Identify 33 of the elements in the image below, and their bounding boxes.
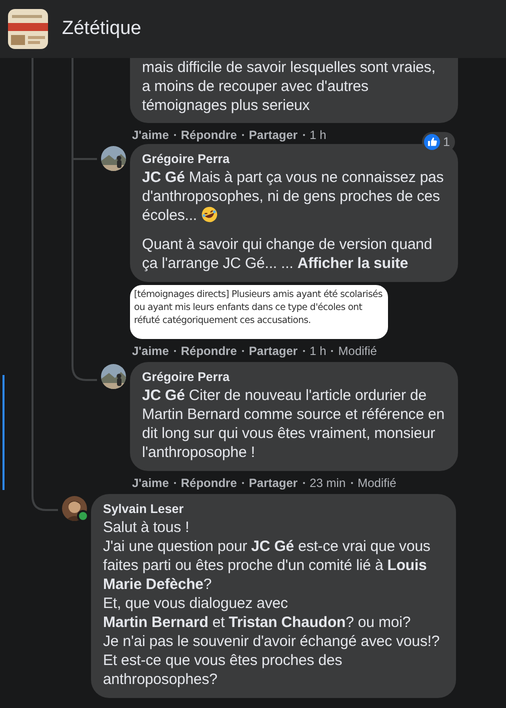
see-more-link[interactable]: Afficher la suite — [297, 255, 408, 272]
like-link[interactable]: J'aime — [132, 476, 169, 490]
comment-author[interactable]: Grégoire Perra — [142, 370, 446, 384]
reply-link[interactable]: Répondre — [180, 344, 237, 358]
comment-text: Quant à savoir qui change de version quand ça l'arrange JC Gé... ... Afficher la suite — [142, 235, 434, 273]
comment-text: Et, que vous dialoguez avec — [103, 594, 289, 613]
comment-author[interactable]: Sylvain Leser — [103, 502, 444, 516]
comment-text: Martin Bernard et Tristan Chaudon? ou moi? — [103, 613, 412, 632]
reaction-count[interactable]: 1 — [422, 132, 455, 152]
comment-text: JC Gé Mais à part ça vous ne connaissez pas d'anthroposophes, ni de gens proches de ces écoles... — [142, 168, 445, 225]
reply-link[interactable]: Répondre — [180, 476, 237, 490]
reply-link[interactable]: Répondre — [180, 128, 237, 142]
group-title: Zététique — [62, 18, 142, 40]
comment-text: mais difficile de savoir lesquelles sont vraies, a moins de recouper avec d'autres témoignages plus serieux — [142, 58, 436, 115]
comment-text: Salut à tous ! — [103, 518, 190, 537]
share-link[interactable]: Partager — [248, 476, 298, 490]
comment-time: 1 h — [310, 344, 326, 358]
edited-label: Modifié — [358, 476, 396, 490]
comment-time: 23 min — [310, 476, 346, 490]
comment-time: 1 h — [310, 128, 326, 142]
comment-text: Je n'ai pas le souvenir d'avoir échangé avec vous!? — [103, 632, 441, 651]
attached-screenshot[interactable]: [témoignages directs] Plusieurs amis ayant été scolarisés ou ayant mis leurs enfants dans ce type d'écoles ont réfuté catégoriquement ces accusations. — [130, 285, 388, 339]
comment-text: JC Gé Citer de nouveau l'article ordurier de Martin Bernard comme source et référence en dit long sur qui vous êtes vraiment, monsieur l'anthroposophe ! — [142, 386, 446, 462]
like-link[interactable]: J'aime — [132, 344, 169, 358]
edited-label: Modifié — [338, 344, 377, 358]
screenshot-text: [témoignages directs] Plusieurs amis ayant été scolarisés ou ayant mis leurs enfants dans ce type d'écoles ont réfuté catégoriquement ces accusations. — [134, 288, 384, 327]
share-link[interactable]: Partager — [248, 344, 298, 358]
share-link[interactable]: Partager — [248, 128, 298, 142]
like-link[interactable]: J'aime — [132, 128, 169, 142]
comment-text: Et est-ce que vous êtes proches des anthroposophes? — [103, 651, 344, 689]
comment-text: J'ai une question pour JC Gé est-ce vrai que vous faites parti ou êtes proche d'un comité lié à Louis Marie Defèche? — [103, 537, 432, 594]
like-icon — [424, 134, 440, 150]
comment-author[interactable]: Grégoire Perra — [142, 152, 446, 166]
